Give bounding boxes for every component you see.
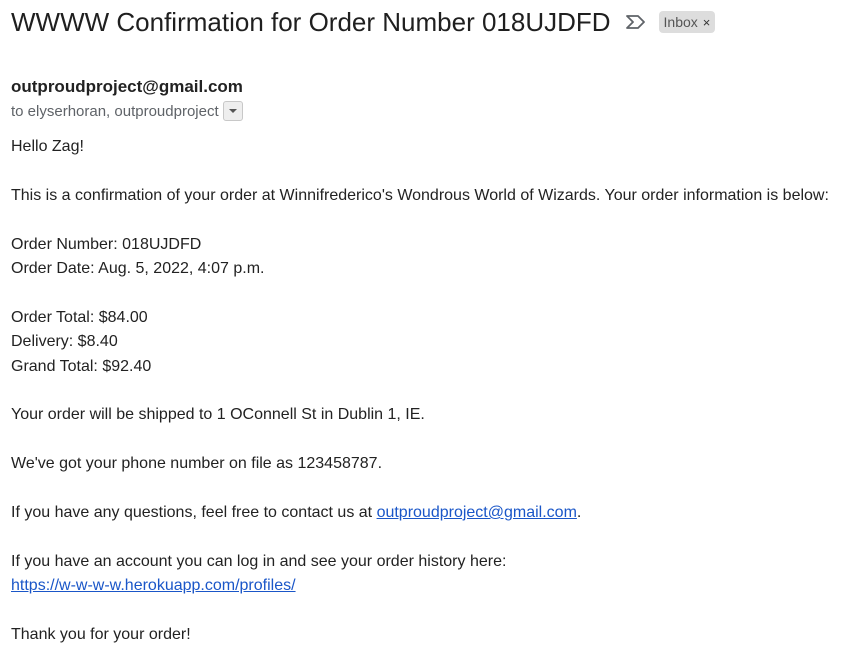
phone-number: We've got your phone number on file as 1…	[11, 455, 383, 473]
intro-text: This is a confirmation of your order at …	[11, 186, 829, 204]
email-body: Hello Zag! This is a confirmation of you…	[11, 135, 856, 647]
chevron-down-icon	[228, 109, 237, 113]
inbox-label-chip[interactable]: Inbox ×	[658, 11, 716, 33]
delivery-cost: Delivery: $8.40	[11, 333, 118, 351]
important-marker-icon[interactable]	[625, 14, 647, 30]
order-total: Order Total: $84.00	[11, 308, 148, 326]
grand-total: Grand Total: $92.40	[11, 357, 152, 375]
email-subject: WWWW Confirmation for Order Number 018UJ…	[11, 7, 611, 37]
account-link-line: https://w-w-w-w.herokuapp.com/profiles/	[11, 574, 856, 598]
inbox-label-text: Inbox	[663, 14, 698, 30]
questions-suffix: .	[576, 504, 582, 521]
contact-email-link[interactable]: outproudproject@gmail.com	[377, 504, 577, 521]
thanks-text: Thank you for your order!	[11, 626, 191, 643]
account-text: If you have an account you can log in an…	[11, 552, 507, 570]
remove-label-icon[interactable]: ×	[703, 16, 711, 29]
order-number: Order Number: 018UJDFD	[11, 235, 202, 253]
questions-text: If you have any questions, feel free to …	[11, 504, 377, 521]
greeting: Hello Zag!	[11, 138, 84, 155]
order-history-link[interactable]: https://w-w-w-w.herokuapp.com/profiles/	[11, 577, 296, 594]
recipients-row: to elyserhoran, outproudproject	[11, 101, 243, 121]
show-details-button[interactable]	[222, 101, 243, 121]
questions-line: If you have any questions, feel free to …	[11, 501, 856, 525]
recipients-text: to elyserhoran, outproudproject	[11, 102, 219, 120]
subject-row: WWWW Confirmation for Order Number 018UJ…	[11, 5, 716, 39]
order-date: Order Date: Aug. 5, 2022, 4:07 p.m.	[11, 260, 265, 277]
sender-address: outproudproject@gmail.com	[11, 77, 243, 96]
shipping-address: Your order will be shipped to 1 OConnell…	[11, 406, 425, 424]
